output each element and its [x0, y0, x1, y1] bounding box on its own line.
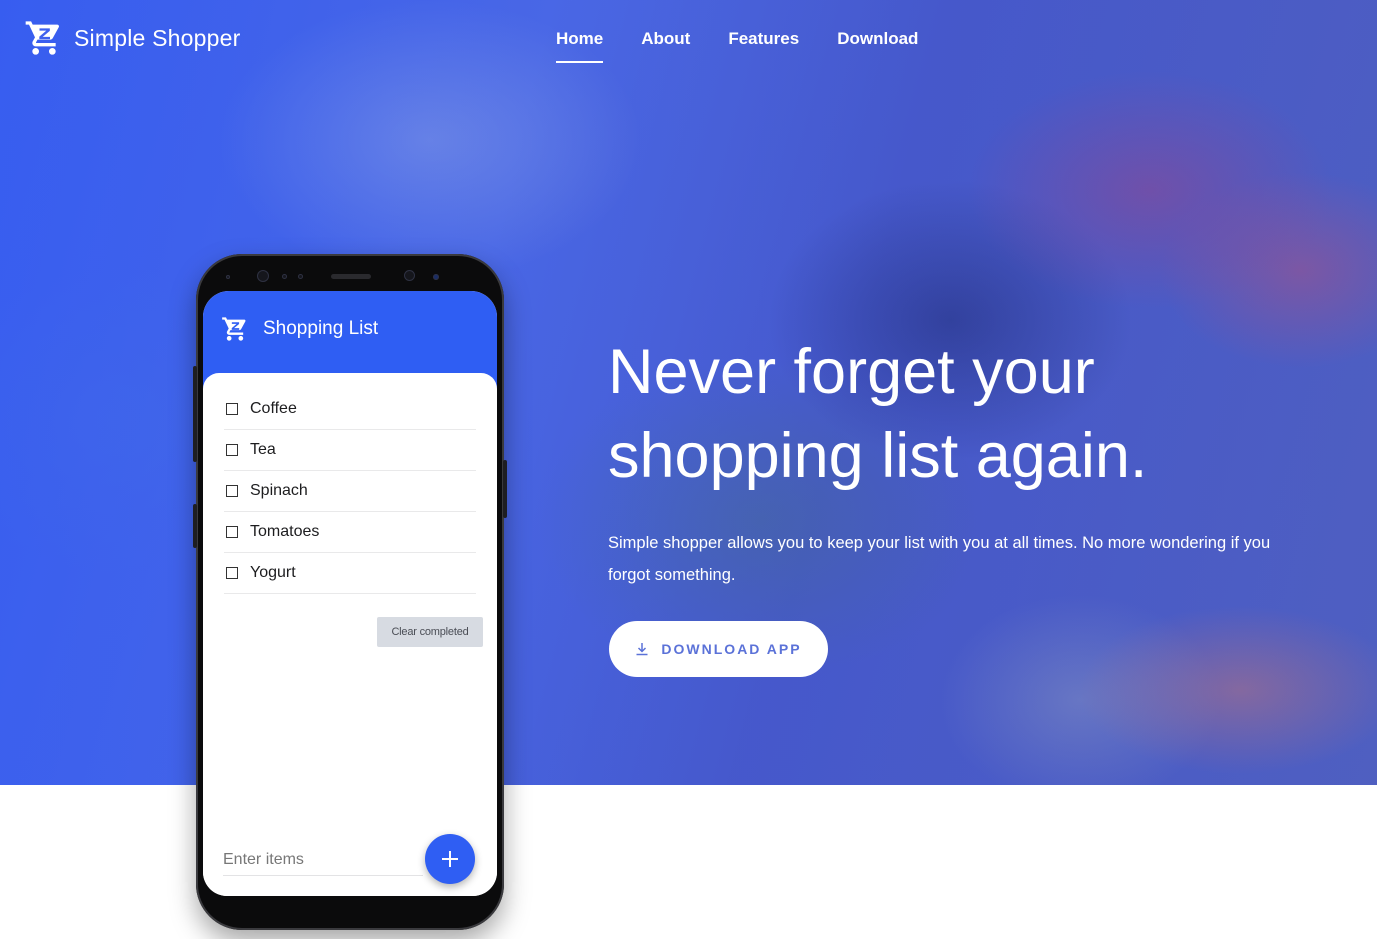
main-nav: Home About Features Download [556, 29, 956, 63]
list-item-label: Coffee [250, 400, 297, 417]
hero-description: Simple shopper allows you to keep your l… [608, 534, 1271, 584]
checkbox[interactable] [226, 567, 238, 579]
phone-power-button [503, 460, 507, 518]
phone-sensor [226, 275, 230, 279]
list-item-label: Tea [250, 441, 276, 458]
app-title: Shopping List [263, 318, 379, 339]
nav-about[interactable]: About [641, 29, 690, 63]
checkbox[interactable] [226, 444, 238, 456]
list-item[interactable]: Coffee [224, 389, 476, 430]
phone-camera [404, 270, 415, 281]
list-item-label: Spinach [250, 482, 308, 499]
shopping-list: Coffee Tea Spinach Tomatoes Yogurt [224, 389, 476, 594]
phone-speaker [331, 274, 371, 279]
phone-volume-button [193, 366, 197, 462]
nav-download[interactable]: Download [837, 29, 918, 63]
brand-name: Simple Shopper [74, 24, 241, 51]
shopping-list-card: Coffee Tea Spinach Tomatoes Yogurt Clear… [203, 373, 497, 896]
plus-icon [442, 851, 458, 867]
phone-mockup: Shopping List Coffee Tea Spinach Tomatoe… [193, 254, 507, 930]
download-app-button[interactable]: DOWNLOAD APP [609, 621, 828, 677]
checkbox[interactable] [226, 526, 238, 538]
headline-line-2: shopping list again. [608, 421, 1148, 491]
phone-sensor [433, 274, 439, 280]
add-item-button[interactable] [425, 834, 475, 884]
checkbox[interactable] [226, 403, 238, 415]
nav-home[interactable]: Home [556, 29, 604, 63]
list-item[interactable]: Tea [224, 430, 476, 471]
download-app-label: DOWNLOAD APP [661, 641, 802, 657]
headline-line-1: Never forget your [608, 337, 1095, 407]
phone-front-camera [257, 270, 269, 282]
shopping-cart-icon [222, 317, 246, 341]
list-item[interactable]: Tomatoes [224, 512, 476, 553]
list-item[interactable]: Yogurt [224, 553, 476, 594]
list-item-label: Yogurt [250, 564, 296, 581]
phone-sensor [282, 274, 287, 279]
list-item-label: Tomatoes [250, 523, 320, 540]
phone-screen: Shopping List Coffee Tea Spinach Tomatoe… [203, 291, 497, 896]
phone-sensor [298, 274, 303, 279]
hero-headline: Never forget your shopping list again. [608, 330, 1328, 498]
shopping-cart-icon [25, 21, 60, 55]
brand[interactable]: Simple Shopper [24, 18, 240, 58]
download-icon [636, 643, 648, 656]
list-item[interactable]: Spinach [224, 471, 476, 512]
phone-bixby-button [193, 504, 197, 548]
checkbox[interactable] [226, 485, 238, 497]
enter-items-input[interactable] [223, 845, 423, 876]
nav-features[interactable]: Features [728, 29, 799, 63]
clear-completed-button[interactable]: Clear completed [377, 617, 483, 647]
